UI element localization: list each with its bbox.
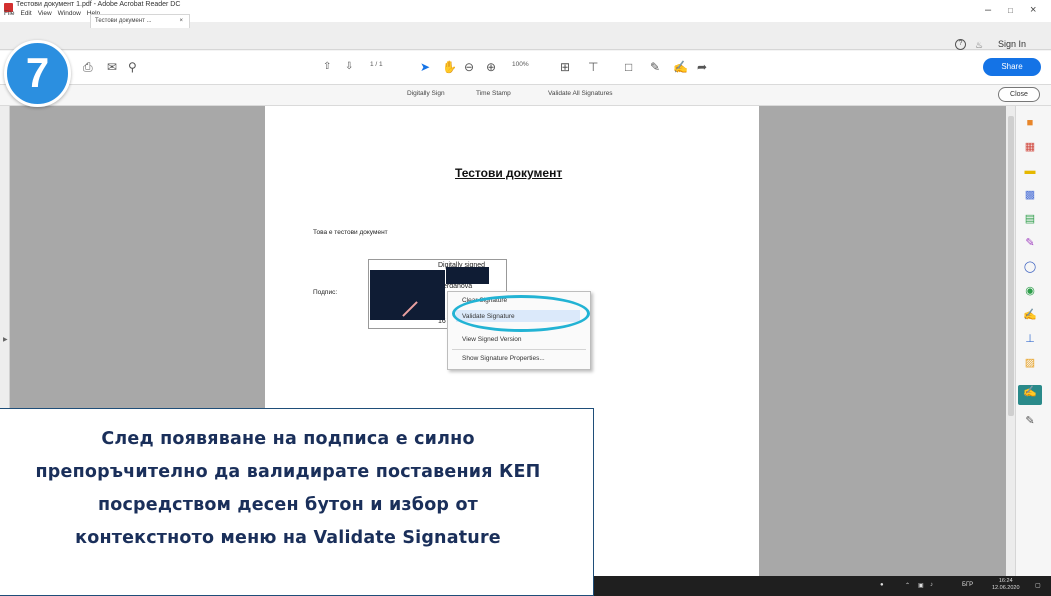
document-heading: Тестови документ [455,166,563,180]
zoom-search-icon[interactable]: ⚲ [128,60,137,74]
edit-pdf-icon[interactable]: ✍ [1023,308,1037,322]
scroll-mode-icon[interactable]: ⊤ [588,60,598,74]
bell-icon[interactable]: ♨ [975,40,983,51]
close-tool-button[interactable]: Close [998,87,1040,102]
notifications-icon[interactable]: ▢ [1035,582,1041,589]
redaction-block-small [446,267,489,284]
menu-view[interactable]: View [38,10,52,17]
sign-in-link[interactable]: Sign In [998,39,1026,49]
vertical-scrollbar[interactable] [1006,106,1016,576]
network-icon[interactable]: ▣ [918,582,924,589]
highlight-ring [452,295,590,332]
stamp-icon[interactable]: ➦ [697,60,707,74]
window-close-button[interactable]: × [1030,4,1036,16]
menu-separator [452,349,586,350]
help-icon[interactable]: ? [955,39,966,50]
menu-window[interactable]: Window [58,10,81,17]
combine-files-icon[interactable]: ▩ [1023,188,1037,202]
menu-file[interactable]: File [4,10,14,17]
time-stamp-button[interactable]: Time Stamp [476,90,511,97]
maximize-button[interactable]: □ [1008,6,1013,15]
main-toolbar [0,51,1051,85]
hand-tool-icon[interactable]: ✋ [442,60,457,74]
window-title: Тестови документ 1.pdf - Adobe Acrobat R… [16,1,181,8]
sign-icon[interactable]: ✍ [673,60,688,74]
organize-pages-icon[interactable]: ▦ [1023,140,1037,154]
people-icon[interactable]: ● [880,582,884,588]
step-number-badge: 7 [4,40,71,107]
menu-show-signature-properties[interactable]: Show Signature Properties... [462,355,545,362]
export-pdf-icon[interactable]: ■ [1023,116,1037,130]
volume-icon[interactable]: ♪ [930,582,933,588]
send-for-signature-icon[interactable]: ✎ [1023,236,1037,250]
certificates-tool-icon[interactable]: ✍ [1018,385,1042,405]
digitally-sign-button[interactable]: Digitally Sign [407,90,445,97]
tab-close-icon[interactable]: × [179,18,183,24]
zoom-out-icon[interactable]: ⊖ [464,60,474,74]
comment-tool-icon[interactable]: ▬ [1023,164,1037,178]
email-icon[interactable]: ✉ [107,60,117,74]
certificates-toolbar [0,85,1051,106]
tray-chevron-icon[interactable]: ⌃ [905,582,910,589]
signature-label: Подпис: [313,289,338,296]
signature-name-text: erdanova [443,283,473,290]
tab-document[interactable]: Тестови документ ... × [90,14,190,28]
expand-left-panel-icon[interactable]: ▶ [3,336,8,343]
page-up-icon[interactable]: ⇧ [323,61,331,72]
highlight-pen-icon[interactable]: ✎ [650,60,660,74]
page-number-field[interactable]: 1 / 1 [370,61,383,68]
instruction-line-3: посредством десен бутон и избор от [97,495,479,515]
page-down-icon[interactable]: ⇩ [345,61,353,72]
instruction-line-1: След появяване на подписа е силно [101,429,475,449]
language-indicator[interactable]: БГР [962,582,973,588]
instruction-line-4: контекстното меню на Validate Signature [75,528,501,548]
clock-time: 16:24 [998,578,1013,584]
taskbar-clock[interactable]: 16:24 12.06.2020 [992,578,1020,592]
clock-date: 12.06.2020 [992,585,1020,591]
more-tools-icon[interactable]: ✎ [1023,414,1037,428]
document-body-text: Това е тестови документ [313,229,388,236]
instruction-callout: След появяване на подписа е силно препор… [0,408,594,596]
zoom-in-icon[interactable]: ⊕ [486,60,496,74]
validate-all-signatures-button[interactable]: Validate All Signatures [548,90,613,97]
menu-view-signed-version[interactable]: View Signed Version [462,336,522,343]
menu-bar: File Edit View Window Help [4,10,100,17]
minimize-button[interactable]: – [985,4,991,16]
print-icon[interactable]: ⎙ [83,60,93,75]
protect-icon[interactable]: ◯ [1023,260,1037,274]
menu-edit[interactable]: Edit [20,10,31,17]
create-pdf-icon[interactable]: ▨ [1023,356,1037,370]
optimize-icon[interactable]: ◉ [1023,284,1037,298]
scrollbar-thumb[interactable] [1008,116,1014,416]
fit-page-icon[interactable]: ⊞ [560,60,570,74]
comment-icon[interactable]: □ [625,60,632,74]
share-button[interactable]: Share [983,58,1041,76]
measure-icon[interactable]: ⊥ [1023,332,1037,346]
fill-sign-icon[interactable]: ▤ [1023,212,1037,226]
tab-label: Тестови документ ... [95,18,152,24]
zoom-level-select[interactable]: 100% [512,61,529,68]
select-cursor-icon[interactable]: ➤ [420,60,430,74]
instruction-line-2: препоръчително да валидирате поставения … [35,462,541,482]
